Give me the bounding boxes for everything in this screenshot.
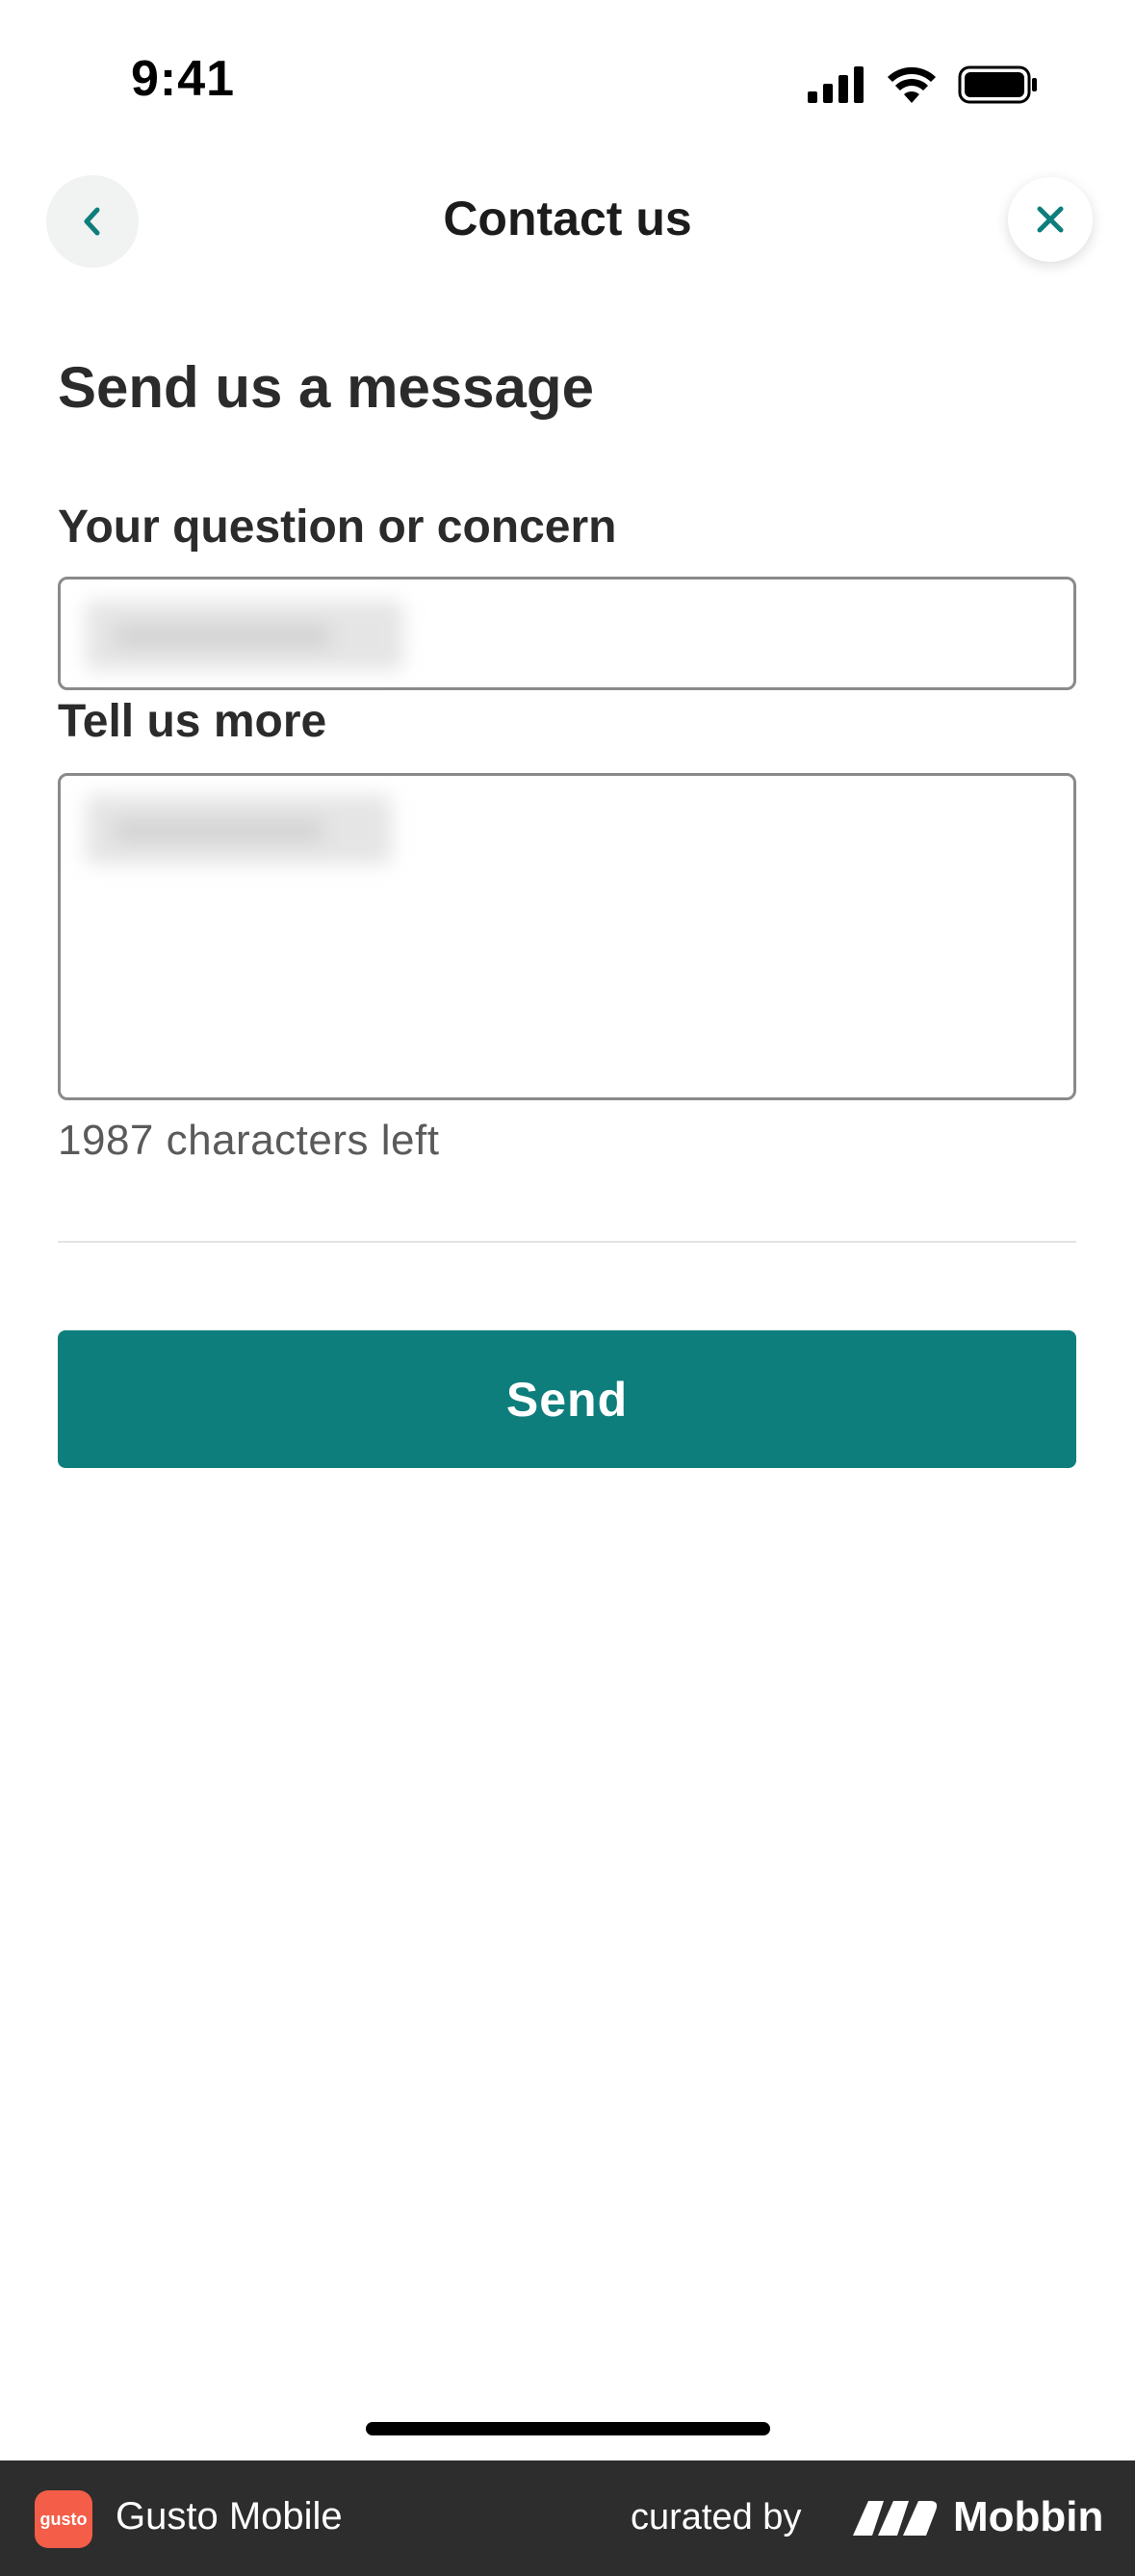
mobbin-logo: Mobbin — [851, 2493, 1103, 2541]
close-button[interactable] — [1008, 177, 1093, 262]
wifi-icon — [888, 66, 936, 103]
mobbin-mark-icon — [853, 2501, 938, 2536]
home-indicator — [366, 2422, 770, 2435]
cellular-signal-icon — [808, 66, 864, 103]
status-icons — [808, 65, 1039, 104]
form-heading: Send us a message — [58, 355, 594, 420]
question-input[interactable] — [58, 577, 1076, 690]
curated-by-label: curated by — [631, 2497, 802, 2537]
nav-header: Contact us — [0, 164, 1135, 271]
app-name: Gusto Mobile — [116, 2495, 343, 2537]
status-time: 9:41 — [131, 51, 236, 107]
battery-icon — [958, 65, 1037, 104]
send-button[interactable]: Send — [58, 1330, 1076, 1468]
divider — [58, 1241, 1076, 1243]
characters-left-counter: 1987 characters left — [58, 1117, 440, 1164]
redacted-text — [86, 795, 392, 864]
status-bar: 9:41 — [0, 0, 1135, 164]
question-label: Your question or concern — [58, 502, 617, 553]
mobbin-wordmark: Mobbin — [953, 2493, 1104, 2540]
gusto-app-icon: gusto — [35, 2490, 92, 2548]
tell-us-more-textarea[interactable] — [58, 773, 1076, 1100]
footer-bar: gusto Gusto Mobile curated by Mobbin — [0, 2460, 1135, 2576]
tell-us-more-label: Tell us more — [58, 696, 327, 747]
close-icon — [1037, 206, 1064, 233]
redacted-text — [86, 601, 403, 670]
page-title: Contact us — [443, 192, 692, 245]
